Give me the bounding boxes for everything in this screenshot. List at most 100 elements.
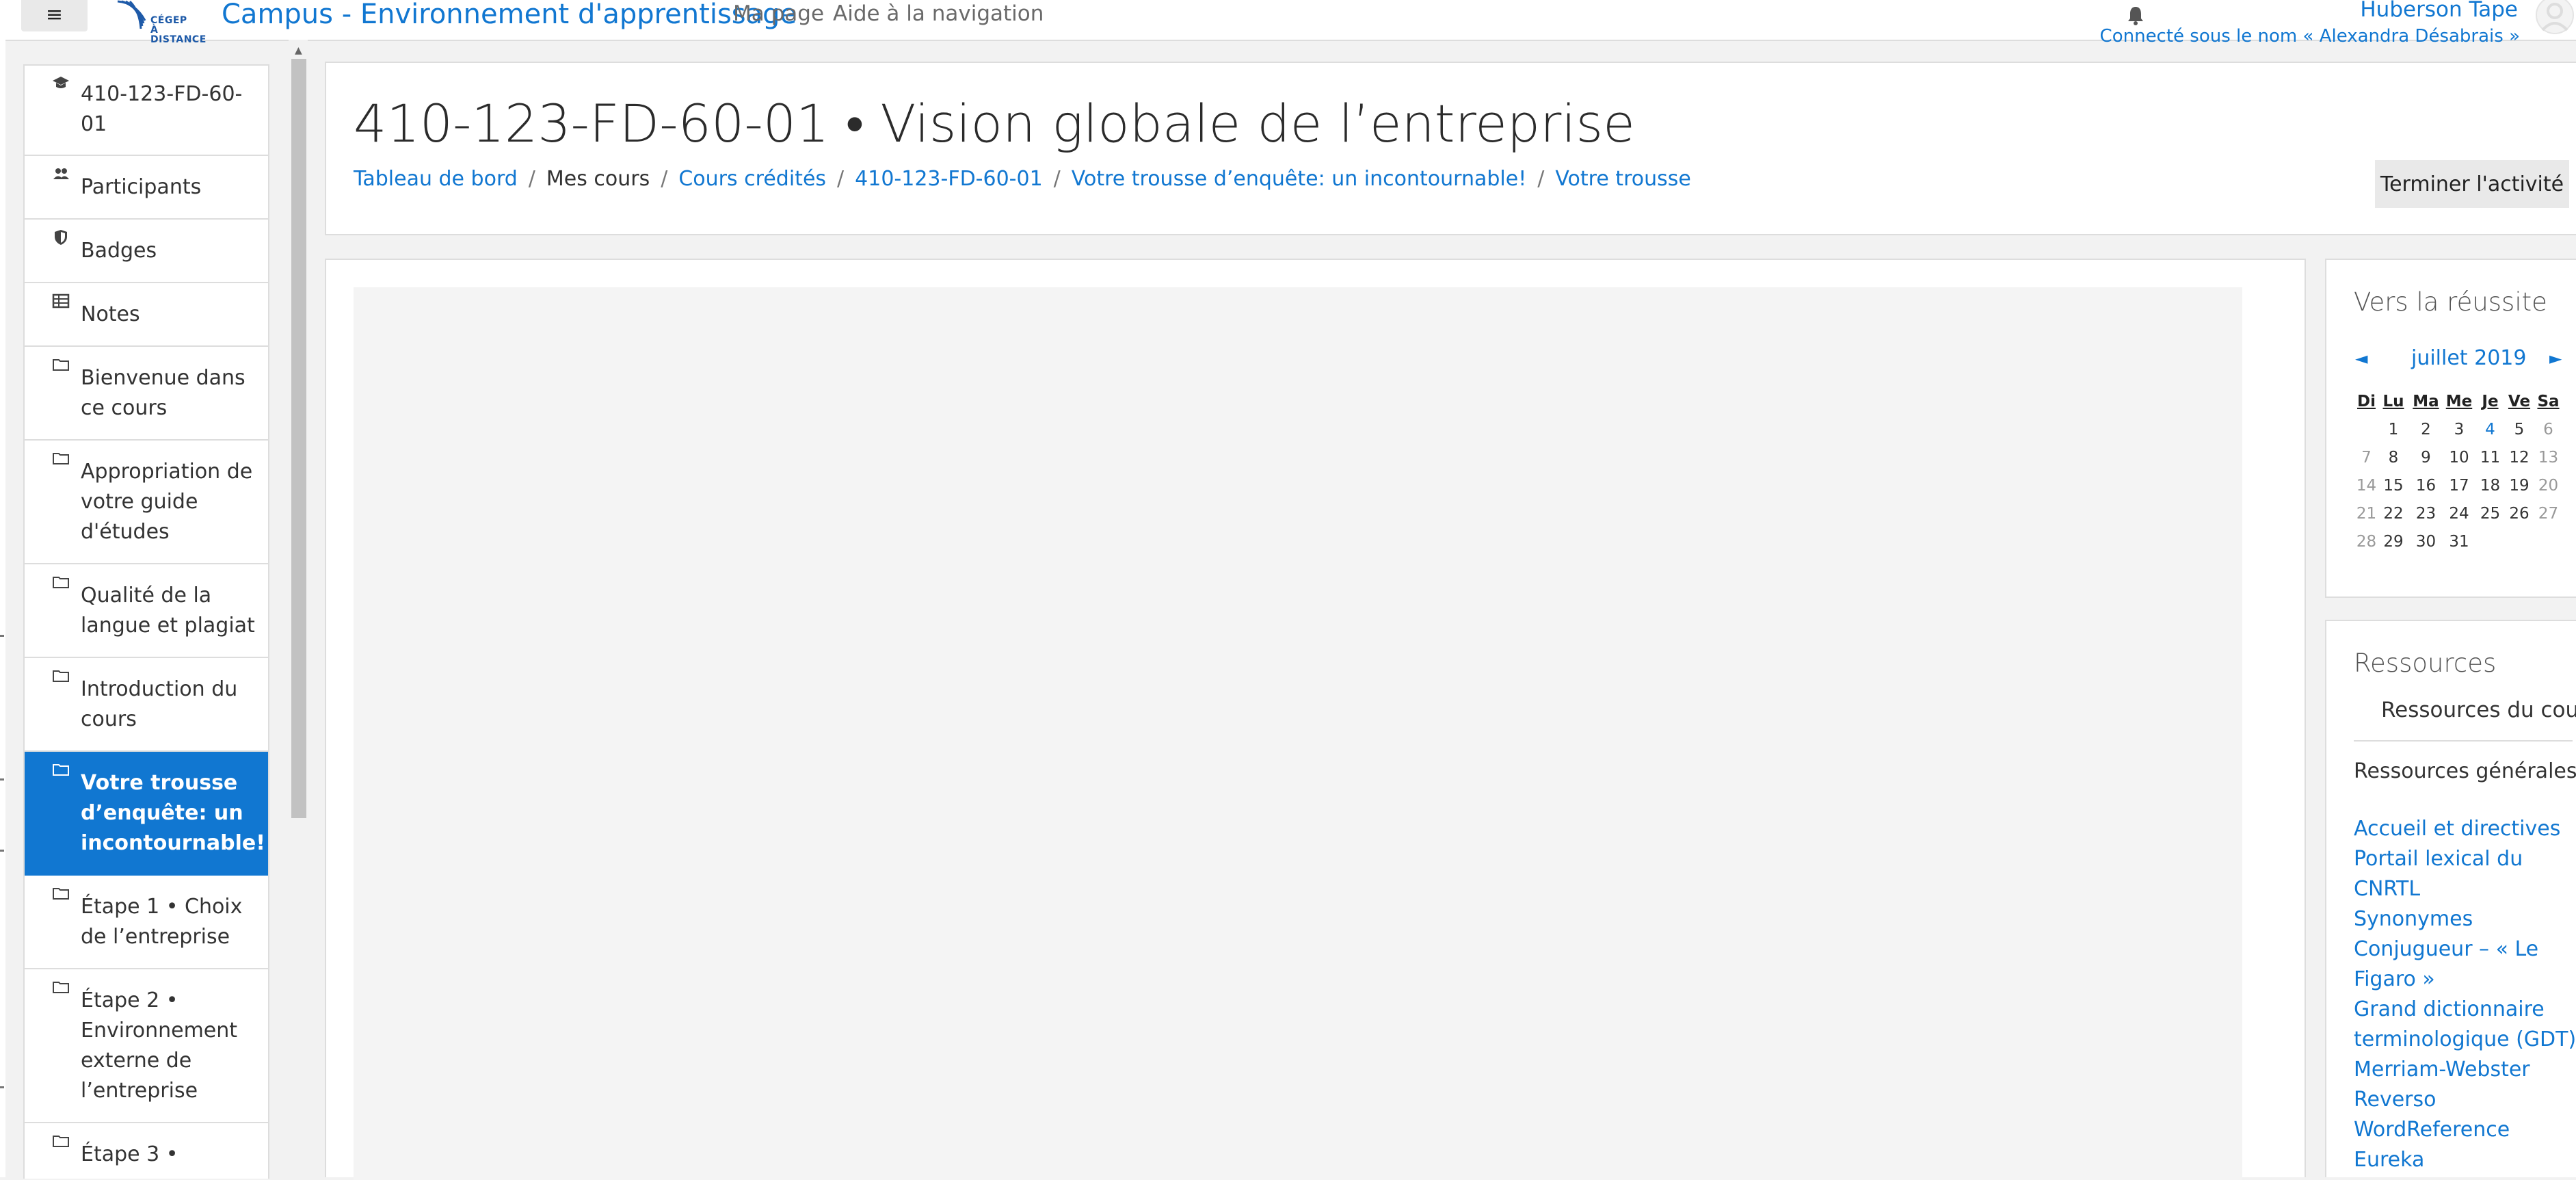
previous-month-icon[interactable]: ◄	[2355, 349, 2367, 368]
weekday-header: Sa	[2537, 392, 2560, 410]
nav-link-ma-page[interactable]: Ma page	[733, 1, 824, 26]
calendar-empty-cell	[2355, 415, 2378, 443]
folder-icon	[53, 359, 69, 371]
drawer-item-bienvenue[interactable]: Bienvenue dans ce cours	[25, 347, 268, 441]
course-resources-link[interactable]: Ressources du cours	[2381, 698, 2576, 722]
calendar-day: 11	[2480, 448, 2501, 467]
calendar-day: 18	[2480, 476, 2501, 495]
weekday-header: Di	[2357, 392, 2376, 410]
drawer-item-label: Étape 1 • Choix de l’entreprise	[81, 895, 243, 949]
drawer-item-introduction[interactable]: Introduction du cours	[25, 658, 268, 752]
resource-link[interactable]: Synonymes	[2354, 904, 2576, 934]
breadcrumb: Tableau de bord / Mes cours / Cours crédités…	[354, 167, 1691, 191]
drawer-item-label: Votre trousse d’enquête: un incontournab…	[81, 771, 265, 855]
calendar-day: 13	[2538, 448, 2559, 467]
breadcrumb-separator: /	[661, 167, 668, 191]
logged-in-as[interactable]: Connecté sous le nom « Alexandra Désabra…	[2100, 26, 2520, 47]
folder-icon	[53, 453, 69, 464]
breadcrumb-section[interactable]: Votre trousse d’enquête: un incontournab…	[1072, 167, 1526, 191]
folder-icon	[53, 888, 69, 900]
logo-arcs-icon	[117, 0, 146, 29]
resource-link[interactable]: Merriam-Webster	[2354, 1055, 2576, 1085]
next-month-icon[interactable]: ►	[2549, 349, 2562, 368]
site-title[interactable]: Campus - Environnement d'apprentissage	[222, 0, 797, 30]
drawer-item-votre-trousse[interactable]: Votre trousse d’enquête: un incontournab…	[25, 752, 268, 876]
resource-link[interactable]: Portail lexical du CNRTL	[2354, 844, 2576, 904]
user-avatar-icon[interactable]	[2536, 0, 2574, 34]
resources-block: Ressources Ressources du cours Ressource…	[2325, 620, 2576, 1177]
drawer-item-appropriation[interactable]: Appropriation de votre guide d'études	[25, 441, 268, 564]
weekday-header: Lu	[2382, 392, 2404, 410]
breadcrumb-votre-trousse[interactable]: Votre trousse	[1555, 167, 1691, 191]
breadcrumb-separator: /	[837, 167, 845, 191]
calendar-day: 21	[2356, 504, 2377, 523]
folder-icon	[53, 670, 69, 682]
drawer-item-label: Étape 2 • Environnement externe de l’ent…	[81, 988, 238, 1103]
calendar-week-row: 21 22 23 24 25 26 27	[2355, 499, 2563, 527]
page-title: 410-123-FD-60-01 • Vision globale de l’e…	[354, 93, 1635, 154]
drawer-item-label: 410-123-FD-60-01	[81, 82, 243, 136]
user-name[interactable]: Huberson Tape	[2360, 0, 2518, 22]
breadcrumb-separator: /	[528, 167, 535, 191]
calendar-empty-cell	[2534, 527, 2563, 555]
calendar-empty-cell	[2475, 527, 2505, 555]
hamburger-icon[interactable]: ≡	[21, 0, 88, 31]
resources-block-title: Ressources	[2354, 648, 2497, 678]
bell-icon[interactable]	[2127, 5, 2145, 26]
resource-link[interactable]: WordReference	[2354, 1115, 2576, 1145]
drawer-item-participants[interactable]: Participants	[25, 156, 268, 220]
calendar-day: 23	[2415, 504, 2436, 523]
breadcrumb-separator: /	[1537, 167, 1545, 191]
resources-link-list: Accueil et directives Portail lexical du…	[2354, 814, 2576, 1175]
nav-link-aide-navigation[interactable]: Aide à la navigation	[833, 1, 1044, 26]
resource-link[interactable]: Reverso	[2354, 1085, 2576, 1115]
drawer-item-qualite[interactable]: Qualité de la langue et plagiat	[25, 564, 268, 658]
calendar-day: 28	[2356, 532, 2377, 551]
calendar-day: 30	[2415, 532, 2436, 551]
weekday-header: Je	[2482, 392, 2499, 410]
calendar-day-link[interactable]: 4	[2475, 415, 2505, 443]
resource-link[interactable]: Grand dictionnaire terminologique (GDT)	[2354, 995, 2576, 1055]
drawer-item-etape-2[interactable]: Étape 2 • Environnement externe de l’ent…	[25, 969, 268, 1123]
cegep-logo[interactable]: CÉGEP À DISTANCE	[115, 0, 216, 44]
drawer-item-label: Participants	[81, 175, 202, 199]
drawer-item-course[interactable]: 410-123-FD-60-01	[25, 66, 268, 156]
drawer-item-label: Bienvenue dans ce cours	[81, 366, 245, 420]
breadcrumb-tableau-de-bord[interactable]: Tableau de bord	[354, 167, 518, 191]
calendar-day: 10	[2449, 448, 2469, 467]
folder-icon	[53, 577, 69, 588]
drawer-item-notes[interactable]: Notes	[25, 283, 268, 347]
finish-activity-button[interactable]: Terminer l'activité	[2375, 160, 2569, 208]
calendar-month[interactable]: juillet 2019	[2411, 346, 2526, 370]
content-frame[interactable]	[354, 287, 2242, 1180]
breadcrumb-course-code[interactable]: 410-123-FD-60-01	[855, 167, 1043, 191]
resource-link[interactable]: Conjugueur – « Le Figaro »	[2354, 934, 2576, 995]
logo-text-line1: CÉGEP	[150, 15, 187, 26]
calendar-day: 5	[2514, 420, 2525, 438]
breadcrumb-separator: /	[1053, 167, 1061, 191]
drawer-item-label: Notes	[81, 302, 140, 326]
drawer-item-badges[interactable]: Badges	[25, 220, 268, 283]
weekday-header: Me	[2445, 392, 2473, 410]
resource-link[interactable]: Eureka	[2354, 1145, 2576, 1175]
drawer-item-etape-3[interactable]: Étape 3 •	[25, 1123, 268, 1179]
breadcrumb-cours-credites[interactable]: Cours crédités	[678, 167, 826, 191]
calendar-day: 27	[2538, 504, 2559, 523]
graduation-cap-icon	[53, 77, 69, 88]
users-icon	[53, 168, 69, 179]
scrollbar-thumb[interactable]	[291, 59, 306, 818]
calendar-day: 22	[2383, 504, 2404, 523]
calendar-day: 17	[2449, 476, 2469, 495]
calendar-day: 6	[2543, 420, 2553, 438]
scroll-up-arrow-icon[interactable]: ▲	[295, 45, 302, 56]
calendar-day: 9	[2421, 448, 2431, 467]
weekday-header: Ma	[2413, 392, 2439, 410]
drawer-scrollbar[interactable]: ▲	[289, 40, 308, 1177]
calendar-day: 15	[2383, 476, 2404, 495]
calendar-day: 20	[2538, 476, 2559, 495]
drawer-item-label: Appropriation de votre guide d'études	[81, 460, 253, 544]
drawer-item-etape-1[interactable]: Étape 1 • Choix de l’entreprise	[25, 876, 268, 969]
resource-link[interactable]: Accueil et directives	[2354, 814, 2576, 844]
shield-icon	[55, 230, 67, 245]
main-content	[325, 259, 2306, 1180]
